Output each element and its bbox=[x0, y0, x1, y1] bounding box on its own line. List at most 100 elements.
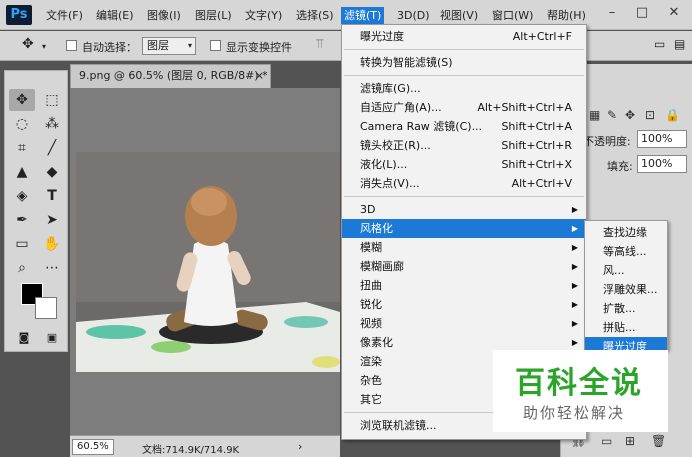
stylize-submenu-item[interactable]: 风... bbox=[585, 261, 667, 280]
filter-menu-item-shortcut: Shift+Ctrl+R bbox=[501, 139, 572, 152]
auto-select-dropdown[interactable]: 图层 ▾ bbox=[142, 37, 196, 55]
path-select-icon[interactable]: ➤ bbox=[39, 209, 65, 231]
stylize-submenu-item[interactable]: 拼贴... bbox=[585, 318, 667, 337]
menu-filter[interactable]: 滤镜(T) bbox=[341, 7, 385, 24]
menu-select[interactable]: 选择(S) bbox=[296, 7, 334, 24]
filter-menu-item-label: 转换为智能滤镜(S) bbox=[360, 56, 453, 69]
bucket-tool-icon[interactable]: ◈ bbox=[9, 185, 35, 207]
move-tool-icon[interactable]: ✥ bbox=[9, 89, 35, 111]
submenu-arrow-icon: ▶ bbox=[571, 319, 578, 328]
menu-separator bbox=[344, 75, 584, 76]
eraser-tool-icon[interactable]: ◆ bbox=[39, 161, 65, 183]
filter-menu-item-label: 扭曲 bbox=[360, 279, 382, 292]
watermark-title: 百科全说 bbox=[515, 366, 643, 401]
type-tool-icon[interactable]: T bbox=[39, 185, 65, 207]
filter-menu-item-label: 滤镜库(G)... bbox=[360, 82, 421, 95]
more-tools-icon[interactable]: ⋯ bbox=[39, 257, 65, 279]
brush-tool-icon[interactable]: ╱ bbox=[39, 137, 65, 159]
filter-menu-item-label: 渲染 bbox=[360, 355, 382, 368]
submenu-arrow-icon: ▶ bbox=[571, 262, 578, 271]
workspace-menu-icon[interactable]: ▤ bbox=[674, 37, 685, 51]
document-tab[interactable]: 9.png @ 60.5% (图层 0, RGB/8#) * × bbox=[70, 64, 271, 88]
filter-menu-item[interactable]: 视频 ▶ bbox=[342, 314, 586, 333]
menu-3d[interactable]: 3D(D) bbox=[397, 7, 430, 24]
show-transform-checkbox[interactable] bbox=[210, 40, 221, 51]
menu-edit[interactable]: 编辑(E) bbox=[96, 7, 134, 24]
filter-menu-item[interactable]: 模糊 ▶ bbox=[342, 238, 586, 257]
all-lock-icon[interactable]: 🔒 bbox=[665, 108, 680, 122]
brush-lock-icon[interactable]: ✎ bbox=[607, 108, 617, 122]
menu-separator bbox=[344, 196, 584, 197]
marquee-tool-icon[interactable]: ⬚ bbox=[39, 89, 65, 111]
new-layer-icon[interactable]: ⊞ bbox=[625, 434, 635, 448]
move-tool-icon[interactable]: ✥ bbox=[22, 36, 34, 52]
artboard-lock-icon[interactable]: ⊡ bbox=[645, 108, 655, 122]
filter-menu-item[interactable]: 消失点(V)... Alt+Ctrl+V bbox=[342, 174, 586, 193]
stylize-submenu: 查找边缘 等高线... 风... 浮雕效果... 扩散... 拼贴... 曝光过度 bbox=[584, 220, 668, 356]
menu-file[interactable]: 文件(F) bbox=[46, 7, 83, 24]
opacity-field[interactable]: 100% bbox=[637, 130, 687, 148]
stylize-submenu-item[interactable]: 浮雕效果... bbox=[585, 280, 667, 299]
tool-panel: ✥ ⬚ ◌ ⁂ ⌗ ╱ ▲ ◆ ◈ T ✒ ➤ ▭ ✋ ⌕ ⋯ ◙ ▣ bbox=[4, 70, 68, 352]
auto-select-checkbox[interactable] bbox=[66, 40, 77, 51]
chevron-down-icon: ▾ bbox=[187, 41, 192, 50]
status-arrow-icon[interactable]: › bbox=[298, 440, 302, 453]
zoom-tool-icon[interactable]: ⌕ bbox=[9, 257, 35, 279]
maximize-button[interactable]: □ bbox=[628, 4, 656, 22]
hand-tool-icon[interactable]: ✋ bbox=[39, 233, 65, 255]
stamp-tool-icon[interactable]: ▲ bbox=[9, 161, 35, 183]
stylize-submenu-item[interactable]: 等高线... bbox=[585, 242, 667, 261]
stylize-submenu-item[interactable]: 扩散... bbox=[585, 299, 667, 318]
filter-menu-item[interactable]: 镜头校正(R)... Shift+Ctrl+R bbox=[342, 136, 586, 155]
chevron-down-icon[interactable]: ▾ bbox=[42, 42, 46, 51]
pen-tool-icon[interactable]: ✒ bbox=[9, 209, 35, 231]
stylize-submenu-item[interactable]: 查找边缘 bbox=[585, 223, 667, 242]
filter-menu-item-label: Camera Raw 滤镜(C)... bbox=[360, 120, 483, 133]
crop-tool-icon[interactable]: ⌗ bbox=[9, 137, 35, 159]
filter-menu-item-label: 像素化 bbox=[360, 336, 393, 349]
filter-menu-item[interactable]: 转换为智能滤镜(S) bbox=[342, 53, 586, 72]
lasso-tool-icon[interactable]: ◌ bbox=[9, 113, 35, 135]
submenu-arrow-icon: ▶ bbox=[571, 300, 578, 309]
filter-menu-item-label: 模糊画廊 bbox=[360, 260, 404, 273]
quick-mask-icon[interactable]: ◙ bbox=[11, 327, 37, 349]
align-top-icon[interactable]: ⫪ bbox=[316, 37, 323, 52]
fill-field[interactable]: 100% bbox=[637, 155, 687, 173]
filter-menu-item[interactable]: 液化(L)... Shift+Ctrl+X bbox=[342, 155, 586, 174]
filter-menu-item[interactable]: 锐化 ▶ bbox=[342, 295, 586, 314]
magic-wand-icon[interactable]: ⁂ bbox=[39, 113, 65, 135]
shape-tool-icon[interactable]: ▭ bbox=[9, 233, 35, 255]
move-lock-icon[interactable]: ✥ bbox=[625, 108, 635, 122]
filter-menu-item[interactable]: Camera Raw 滤镜(C)... Shift+Ctrl+A bbox=[342, 117, 586, 136]
minimize-button[interactable]: – bbox=[598, 4, 626, 22]
auto-select-value: 图层 bbox=[147, 39, 169, 52]
document-tab-title: 9.png @ 60.5% (图层 0, RGB/8#) * bbox=[79, 69, 268, 82]
close-tab-icon[interactable]: × bbox=[255, 65, 264, 87]
canvas-area[interactable] bbox=[70, 88, 340, 435]
menu-type[interactable]: 文字(Y) bbox=[245, 7, 282, 24]
new-group-icon[interactable]: ▭ bbox=[601, 434, 612, 448]
menu-help[interactable]: 帮助(H) bbox=[547, 7, 586, 24]
fill-label: 填充: bbox=[607, 160, 633, 173]
filter-menu-item[interactable]: 模糊画廊 ▶ bbox=[342, 257, 586, 276]
menu-window[interactable]: 窗口(W) bbox=[492, 7, 533, 24]
document-info: 文档:714.9K/714.9K bbox=[142, 445, 240, 456]
filter-menu-item[interactable]: 曝光过度 Alt+Ctrl+F bbox=[342, 27, 586, 46]
filter-menu-item[interactable]: 滤镜库(G)... bbox=[342, 79, 586, 98]
filter-menu-item[interactable]: 自适应广角(A)... Alt+Shift+Ctrl+A bbox=[342, 98, 586, 117]
menu-image[interactable]: 图像(I) bbox=[147, 7, 181, 24]
zoom-level-field[interactable]: 60.5% bbox=[72, 439, 114, 455]
stylize-submenu-item-label: 扩散... bbox=[603, 302, 636, 315]
filter-menu-item-shortcut: Alt+Ctrl+V bbox=[511, 177, 572, 190]
workspace-icon[interactable]: ▭ bbox=[654, 37, 665, 51]
lock-icon[interactable]: ▦ bbox=[589, 108, 600, 122]
menu-view[interactable]: 视图(V) bbox=[440, 7, 478, 24]
filter-menu-item[interactable]: 扭曲 ▶ bbox=[342, 276, 586, 295]
filter-menu-item[interactable]: 风格化 ▶ bbox=[342, 219, 586, 238]
filter-menu-item[interactable]: 3D ▶ bbox=[342, 200, 586, 219]
screen-mode-icon[interactable]: ▣ bbox=[39, 327, 65, 349]
close-button[interactable]: ✕ bbox=[660, 4, 688, 22]
delete-layer-icon[interactable]: 🗑 bbox=[651, 434, 666, 448]
menu-layer[interactable]: 图层(L) bbox=[195, 7, 232, 24]
background-color-swatch[interactable] bbox=[35, 297, 57, 319]
